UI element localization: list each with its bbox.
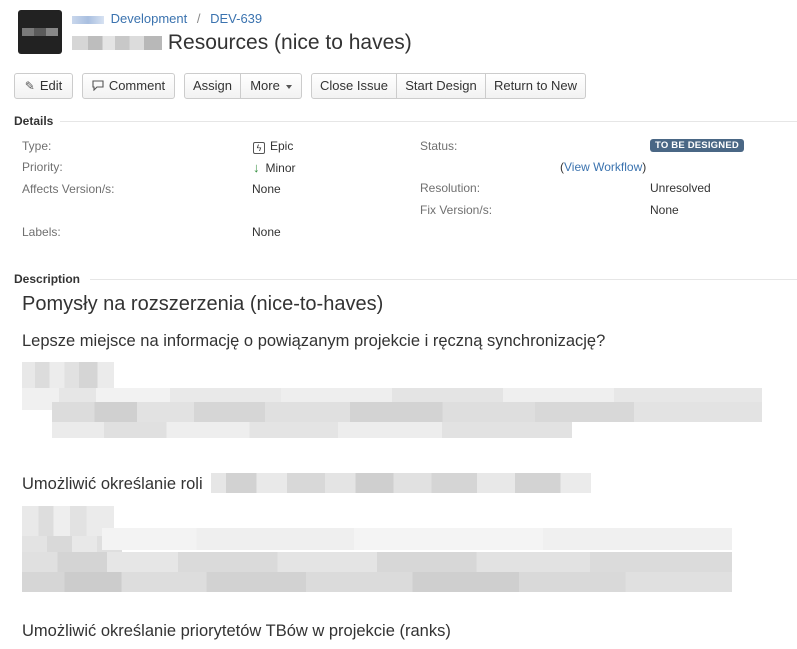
- breadcrumb-issue-key[interactable]: DEV-639: [210, 11, 262, 26]
- assign-button[interactable]: Assign: [184, 73, 241, 99]
- view-workflow-close-paren: ): [642, 160, 647, 174]
- redacted-content-block-2: [22, 506, 732, 594]
- edit-button[interactable]: ✎ Edit: [14, 73, 73, 99]
- priority-value: ↓ Minor: [253, 160, 296, 175]
- comment-button[interactable]: Comment: [82, 73, 175, 99]
- description-item-2-text: Umożliwić określanie roli: [22, 475, 203, 493]
- affects-version-label: Affects Version/s:: [22, 182, 115, 196]
- type-value: ϟ Epic: [253, 139, 293, 154]
- resolution-label: Resolution:: [420, 181, 481, 195]
- avatar-redacted-2: [34, 28, 46, 36]
- project-avatar[interactable]: [18, 10, 62, 54]
- description-divider: [90, 279, 797, 280]
- type-label: Type:: [22, 139, 52, 153]
- breadcrumb-project-link[interactable]: Development: [111, 11, 188, 26]
- redacted-inline-text: [211, 473, 592, 493]
- description-section-title[interactable]: Description: [14, 272, 80, 286]
- edit-label: Edit: [39, 78, 63, 93]
- description-heading: Pomysły na rozszerzenia (nice-to-haves): [22, 293, 384, 315]
- type-value-text: Epic: [270, 139, 294, 153]
- start-design-button[interactable]: Start Design: [397, 73, 486, 99]
- return-to-new-label: Return to New: [493, 78, 578, 93]
- priority-label: Priority:: [22, 160, 63, 174]
- issue-summary[interactable]: Resources (nice to haves): [72, 31, 412, 55]
- close-issue-label: Close Issue: [320, 78, 388, 93]
- breadcrumb: Development / DEV-639: [72, 11, 262, 27]
- avatar-redacted-1: [22, 28, 34, 36]
- return-to-new-button[interactable]: Return to New: [486, 73, 586, 99]
- status-label: Status:: [420, 139, 458, 153]
- avatar-redacted-3: [46, 28, 58, 36]
- more-dropdown-button[interactable]: More: [241, 73, 302, 99]
- issue-summary-text: Resources (nice to haves): [167, 31, 412, 54]
- pencil-icon: ✎: [24, 79, 35, 93]
- caret-down-icon: [285, 84, 292, 89]
- assign-label: Assign: [192, 78, 233, 93]
- breadcrumb-separator: /: [196, 11, 201, 26]
- speech-bubble-icon: [92, 74, 104, 98]
- redacted-breadcrumb-text: [72, 15, 104, 24]
- view-workflow-link[interactable]: View Workflow: [564, 160, 642, 174]
- issue-header: Development / DEV-639 Resources (nice to…: [0, 0, 797, 64]
- redacted-summary-prefix: [72, 36, 162, 51]
- details-divider: [60, 121, 797, 122]
- start-design-label: Start Design: [405, 78, 477, 93]
- resolution-value: Unresolved: [650, 181, 711, 195]
- description-item-2: Umożliwić określanie roli: [22, 473, 592, 494]
- fix-version-label: Fix Version/s:: [420, 203, 493, 217]
- description-item-1: Lepsze miejsce na informację o powiązany…: [22, 332, 606, 350]
- view-workflow: (View Workflow): [560, 160, 646, 174]
- details-section-title[interactable]: Details: [14, 114, 53, 128]
- fix-version-value: None: [650, 203, 679, 217]
- priority-value-text: Minor: [265, 161, 296, 175]
- labels-label: Labels:: [22, 225, 61, 239]
- close-issue-button[interactable]: Close Issue: [311, 73, 397, 99]
- arrow-down-icon: ↓: [253, 160, 260, 175]
- labels-value: None: [252, 225, 281, 239]
- redacted-content-block-1: [22, 362, 762, 440]
- more-label: More: [250, 78, 280, 93]
- description-item-3: Umożliwić określanie priorytetów TBów w …: [22, 622, 451, 640]
- epic-lightning-icon: ϟ: [253, 142, 265, 154]
- status-badge: TO BE DESIGNED: [650, 139, 744, 152]
- affects-version-value: None: [252, 182, 281, 196]
- comment-label: Comment: [108, 78, 166, 93]
